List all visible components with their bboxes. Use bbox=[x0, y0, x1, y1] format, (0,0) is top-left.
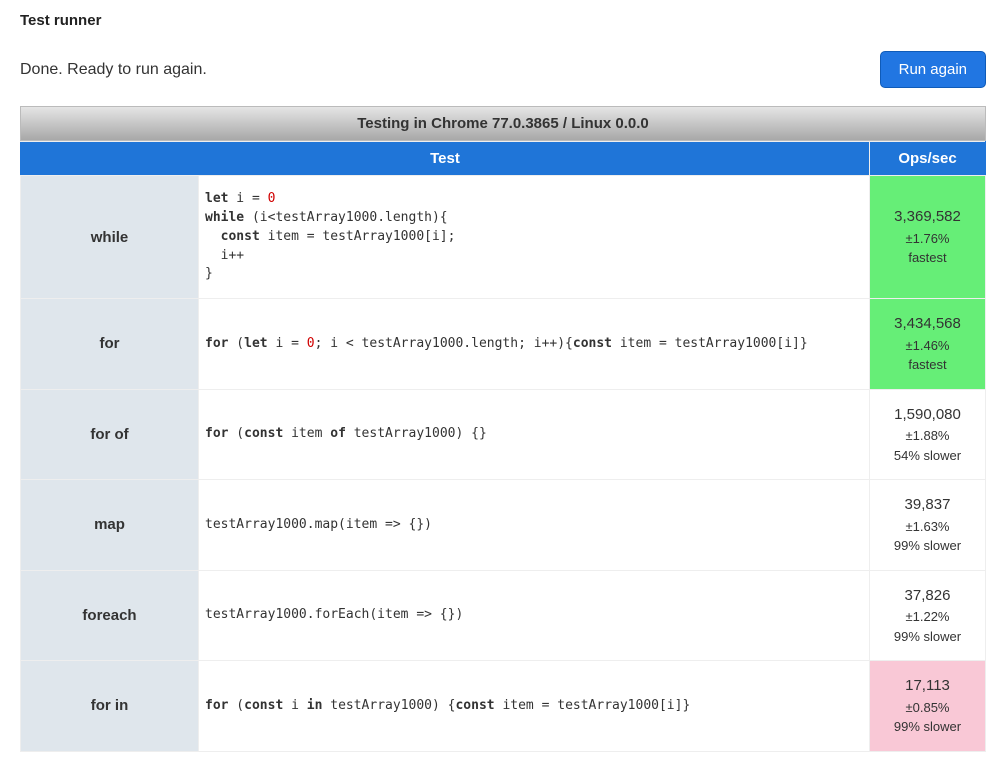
test-name: for in bbox=[21, 661, 199, 752]
ops-note: 99% slower bbox=[894, 719, 961, 734]
ops-error: ±1.63% bbox=[906, 519, 950, 534]
test-name: map bbox=[21, 480, 199, 571]
ops-value: 1,590,080 bbox=[894, 406, 961, 423]
table-row: forfor (let i = 0; i < testArray1000.len… bbox=[21, 299, 986, 390]
test-ops: 3,434,568 ±1.46% fastest bbox=[870, 299, 986, 390]
test-code: for (const i in testArray1000) {const it… bbox=[199, 661, 870, 752]
test-name: foreach bbox=[21, 570, 199, 661]
ops-error: ±1.22% bbox=[906, 609, 950, 624]
ops-value: 39,837 bbox=[905, 496, 951, 513]
table-row: whilelet i = 0 while (i<testArray1000.le… bbox=[21, 176, 986, 299]
ops-error: ±1.76% bbox=[906, 231, 950, 246]
table-row: for infor (const i in testArray1000) {co… bbox=[21, 661, 986, 752]
ops-note: 54% slower bbox=[894, 448, 961, 463]
ops-error: ±1.88% bbox=[906, 428, 950, 443]
results-caption: Testing in Chrome 77.0.3865 / Linux 0.0.… bbox=[20, 106, 986, 141]
ops-note: fastest bbox=[908, 250, 946, 265]
test-ops: 17,113 ±0.85% 99% slower bbox=[870, 661, 986, 752]
ops-note: 99% slower bbox=[894, 629, 961, 644]
header-ops: Ops/sec bbox=[870, 142, 986, 176]
ops-error: ±0.85% bbox=[906, 700, 950, 715]
status-row: Done. Ready to run again. Run again bbox=[20, 51, 986, 88]
table-row: foreachtestArray1000.forEach(item => {})… bbox=[21, 570, 986, 661]
ops-value: 17,113 bbox=[905, 677, 950, 694]
table-row: for offor (const item of testArray1000) … bbox=[21, 389, 986, 480]
ops-note: 99% slower bbox=[894, 538, 961, 553]
test-code: let i = 0 while (i<testArray1000.length)… bbox=[199, 176, 870, 299]
test-ops: 3,369,582 ±1.76% fastest bbox=[870, 176, 986, 299]
ops-error: ±1.46% bbox=[906, 338, 950, 353]
test-name: for bbox=[21, 299, 199, 390]
test-name: while bbox=[21, 176, 199, 299]
test-ops: 37,826 ±1.22% 99% slower bbox=[870, 570, 986, 661]
test-name: for of bbox=[21, 389, 199, 480]
test-code: for (const item of testArray1000) {} bbox=[199, 389, 870, 480]
ops-value: 3,434,568 bbox=[894, 315, 961, 332]
header-test: Test bbox=[21, 142, 870, 176]
results-table: Testing in Chrome 77.0.3865 / Linux 0.0.… bbox=[20, 106, 986, 752]
run-again-button[interactable]: Run again bbox=[880, 51, 986, 88]
test-ops: 39,837 ±1.63% 99% slower bbox=[870, 480, 986, 571]
page-title: Test runner bbox=[20, 12, 986, 29]
test-code: testArray1000.map(item => {}) bbox=[199, 480, 870, 571]
test-code: for (let i = 0; i < testArray1000.length… bbox=[199, 299, 870, 390]
ops-value: 3,369,582 bbox=[894, 208, 961, 225]
ops-note: fastest bbox=[908, 357, 946, 372]
status-text: Done. Ready to run again. bbox=[20, 61, 207, 79]
test-code: testArray1000.forEach(item => {}) bbox=[199, 570, 870, 661]
table-row: maptestArray1000.map(item => {}) 39,837 ±1… bbox=[21, 480, 986, 571]
ops-value: 37,826 bbox=[905, 587, 951, 604]
test-ops: 1,590,080 ±1.88% 54% slower bbox=[870, 389, 986, 480]
